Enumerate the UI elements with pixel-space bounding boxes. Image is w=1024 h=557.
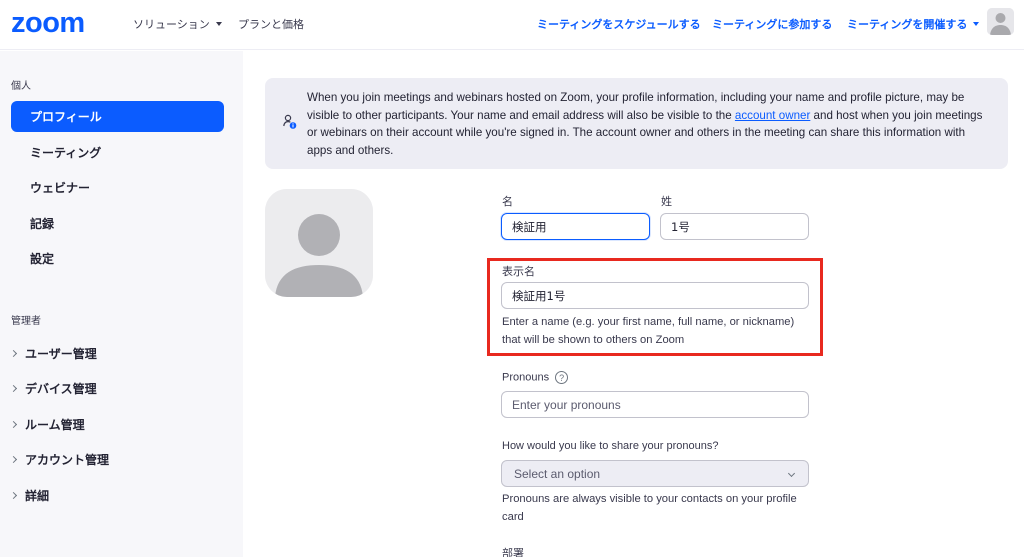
sidebar-item-label: 設定	[30, 252, 55, 266]
sidebar-item-label: ミーティング	[30, 146, 102, 160]
nav-join-label: ミーティングに参加する	[712, 18, 833, 31]
first-name-value: 検証用	[512, 219, 547, 234]
pronouns-label-row: Pronouns?	[502, 371, 569, 384]
sidebar-item-settings[interactable]: 設定	[11, 243, 224, 274]
sidebar-item-webinars[interactable]: ウェビナー	[11, 172, 224, 203]
share-pronouns-help: Pronouns are always visible to your cont…	[502, 493, 797, 523]
nav-join-meeting[interactable]: ミーティングに参加する	[712, 16, 832, 32]
caret-down-icon	[215, 22, 222, 26]
chevron-down-icon	[787, 469, 796, 478]
zoom-logo[interactable]: zoom	[11, 7, 85, 40]
pronouns-placeholder: Enter your pronouns	[512, 397, 621, 412]
top-navigation-bar: zoom ソリューション プランと価格 ミーティングをスケジュールする ミーティ…	[0, 0, 1024, 50]
sidebar-item-label: ルーム管理	[25, 418, 85, 432]
pronouns-input[interactable]: Enter your pronouns	[501, 391, 809, 418]
sidebar-item-label: 記録	[30, 217, 55, 231]
sidebar-item-profile[interactable]: プロフィール	[11, 101, 224, 132]
profile-picture[interactable]	[265, 189, 373, 297]
display-name-label: 表示名	[502, 266, 535, 278]
banner-text: When you join meetings and webinars host…	[307, 89, 987, 159]
display-name-help: Enter a name (e.g. your first name, full…	[502, 316, 795, 346]
sidebar-item-user-management[interactable]: ユーザー管理	[9, 345, 97, 362]
sidebar-section-personal: 個人	[11, 81, 31, 92]
nav-schedule-meeting[interactable]: ミーティングをスケジュールする	[537, 16, 701, 32]
last-name-value: 1号	[671, 219, 690, 234]
nav-host-label: ミーティングを開催する	[847, 18, 968, 31]
sidebar: 個人 プロフィール ミーティング ウェビナー 記録 設定 管理者 ユーザー管理 …	[0, 51, 243, 557]
pronouns-label: Pronouns	[502, 371, 550, 384]
sidebar-item-recordings[interactable]: 記録	[11, 208, 224, 239]
sidebar-item-meetings[interactable]: ミーティング	[11, 137, 224, 168]
nav-host-meeting[interactable]: ミーティングを開催する	[847, 16, 980, 32]
help-question-icon[interactable]: ?	[555, 371, 569, 384]
user-info-icon	[283, 114, 297, 129]
share-pronouns-select[interactable]: Select an option	[501, 460, 809, 487]
sidebar-item-label: 詳細	[25, 489, 50, 503]
privacy-info-banner: When you join meetings and webinars host…	[265, 78, 1008, 169]
nav-schedule-label: ミーティングをスケジュールする	[537, 18, 701, 31]
share-pronouns-label: How would you like to share your pronoun…	[502, 440, 719, 452]
account-owner-link[interactable]: account owner	[735, 109, 810, 122]
sidebar-item-device-management[interactable]: デバイス管理	[9, 380, 97, 397]
chevron-right-icon	[9, 384, 18, 393]
sidebar-item-label: デバイス管理	[25, 382, 97, 396]
sidebar-item-account-management[interactable]: アカウント管理	[9, 451, 110, 468]
chevron-right-icon	[9, 491, 18, 500]
chevron-right-icon	[9, 349, 18, 358]
sidebar-item-label: アカウント管理	[25, 453, 110, 467]
sidebar-item-room-management[interactable]: ルーム管理	[9, 416, 85, 433]
display-name-input[interactable]: 検証用1号	[501, 282, 809, 309]
nav-plans-label: プランと価格	[238, 18, 304, 31]
nav-solutions[interactable]: ソリューション	[133, 16, 222, 32]
nav-plans-pricing[interactable]: プランと価格	[238, 16, 304, 32]
first-name-label: 名	[502, 196, 513, 208]
last-name-input[interactable]: 1号	[660, 213, 809, 240]
profile-silhouette-icon	[265, 189, 373, 297]
sidebar-item-advanced[interactable]: 詳細	[9, 487, 50, 504]
share-pronouns-value: Select an option	[514, 466, 601, 481]
avatar-silhouette-icon	[987, 8, 1014, 35]
user-avatar-button[interactable]	[987, 8, 1014, 35]
sidebar-item-label: ウェビナー	[30, 181, 91, 195]
sidebar-section-admin: 管理者	[11, 316, 41, 327]
first-name-input[interactable]: 検証用	[501, 213, 650, 240]
chevron-right-icon	[9, 420, 18, 429]
caret-down-icon	[973, 22, 980, 26]
sidebar-item-label: プロフィール	[30, 110, 102, 124]
nav-solutions-label: ソリューション	[133, 18, 210, 31]
last-name-label: 姓	[661, 196, 672, 208]
sidebar-item-label: ユーザー管理	[25, 347, 97, 361]
chevron-right-icon	[9, 455, 18, 464]
display-name-value: 検証用1号	[512, 288, 566, 303]
department-label: 部署	[502, 548, 524, 557]
